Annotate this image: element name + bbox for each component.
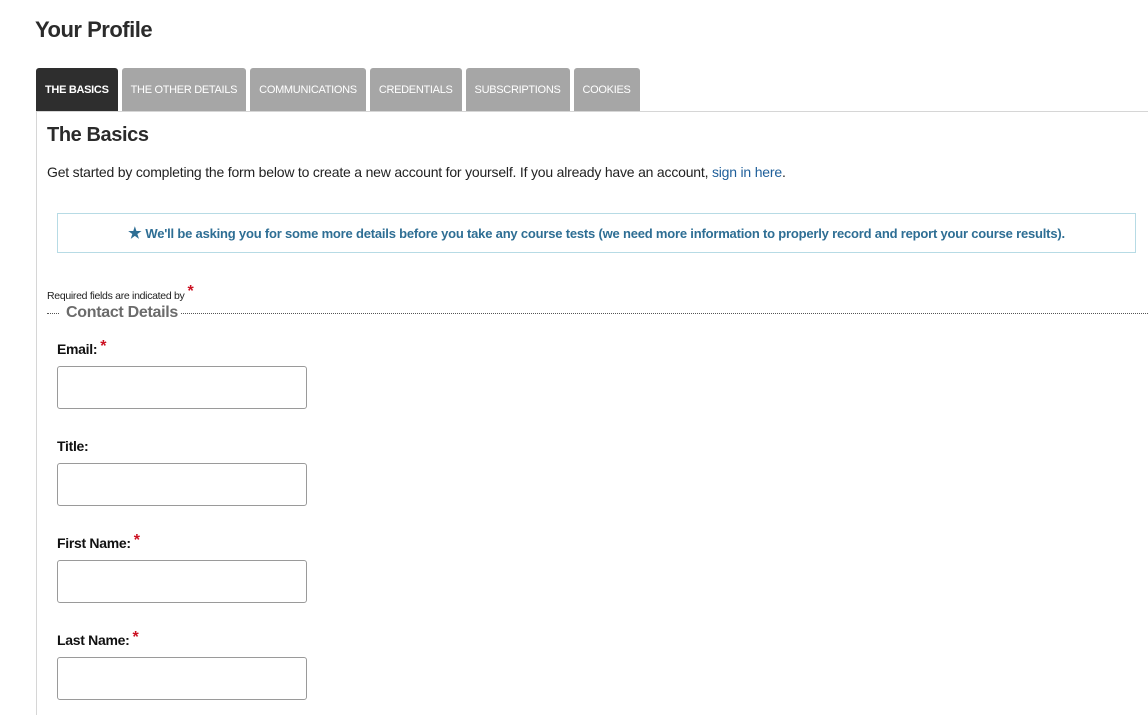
email-required-marker: *: [100, 338, 107, 355]
email-label-text: Email:: [57, 341, 98, 357]
intro-text-end: .: [781, 164, 786, 180]
first-name-label-text: First Name:: [57, 535, 131, 551]
tab-divider: [36, 111, 1148, 112]
last-name-field[interactable]: [57, 657, 307, 700]
tab-credentials[interactable]: CREDENTIALS: [369, 68, 462, 111]
tab-cookies[interactable]: COOKIES: [573, 68, 640, 111]
section-title: The Basics: [47, 124, 149, 146]
star-icon: ★: [128, 225, 142, 242]
last-name-label-text: Last Name:: [57, 632, 130, 648]
first-name-field[interactable]: [57, 560, 307, 603]
tab-the-other-details[interactable]: THE OTHER DETAILS: [121, 68, 247, 111]
fieldset-border-right: [181, 313, 1148, 314]
title-label: Title:: [57, 438, 91, 456]
email-field[interactable]: [57, 366, 307, 409]
profile-page: Your Profile THE BASICS THE OTHER DETAIL…: [0, 0, 1148, 715]
title-field[interactable]: [57, 463, 307, 506]
last-name-label: Last Name: *: [57, 629, 139, 650]
page-title: Your Profile: [35, 17, 153, 42]
profile-tabs: THE BASICS THE OTHER DETAILS COMMUNICATI…: [36, 68, 640, 111]
tab-subscriptions[interactable]: SUBSCRIPTIONS: [465, 68, 570, 111]
fieldset-border-left: [47, 313, 59, 314]
first-name-required-marker: *: [133, 532, 140, 549]
intro-text: Get started by completing the form below…: [47, 164, 786, 180]
required-note-text: Required fields are indicated by: [47, 290, 185, 302]
info-notice: ★ We'll be asking you for some more deta…: [57, 213, 1136, 253]
tab-the-basics[interactable]: THE BASICS: [36, 68, 118, 111]
email-label: Email: *: [57, 338, 107, 359]
tab-communications[interactable]: COMMUNICATIONS: [250, 68, 366, 111]
contact-details-legend: Contact Details: [66, 304, 178, 321]
sign-in-link[interactable]: sign in here: [712, 164, 782, 180]
intro-text-body: Get started by completing the form below…: [47, 164, 712, 180]
last-name-required-marker: *: [132, 629, 139, 646]
panel-border: [36, 111, 37, 715]
required-fields-note: Required fields are indicated by *: [47, 283, 194, 304]
title-label-text: Title:: [57, 438, 89, 454]
first-name-label: First Name: *: [57, 532, 140, 553]
required-marker: *: [187, 283, 194, 300]
notice-text: We'll be asking you for some more detail…: [145, 225, 1065, 241]
